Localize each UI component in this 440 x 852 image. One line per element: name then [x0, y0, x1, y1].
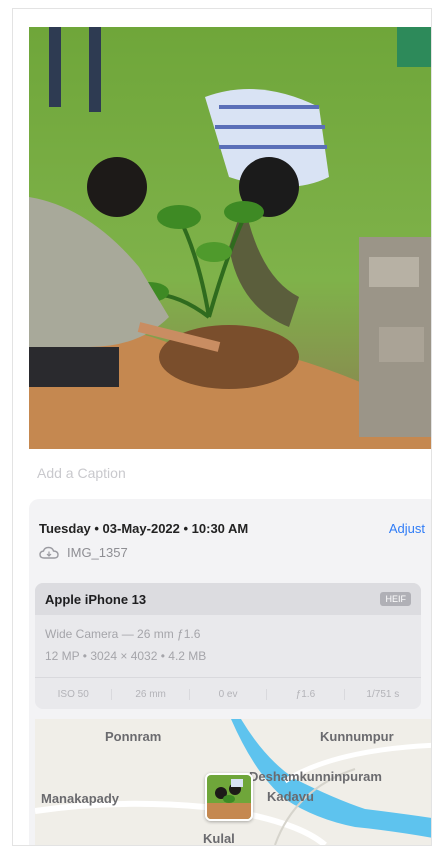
format-badge: HEIF — [380, 592, 411, 606]
map-place-manakapady: Manakapady — [41, 791, 120, 806]
camera-info-card: Apple iPhone 13 HEIF Wide Camera — 26 mm… — [35, 583, 421, 709]
location-map[interactable]: Ponnram Kunnumpur Deshamkunninpuram Kada… — [35, 719, 431, 845]
exif-shutter-speed: 1/751 s — [366, 688, 400, 700]
map-place-ponnram: Ponnram — [105, 729, 162, 744]
exif-aperture: ƒ1.6 — [267, 688, 345, 700]
map-place-kulal: Kulal — [203, 831, 235, 845]
photo[interactable] — [29, 27, 431, 449]
photo-image — [29, 27, 431, 449]
caption-field[interactable]: Add a Caption — [37, 465, 126, 481]
exif-row: ISO 50 26 mm 0 ev ƒ1.6 1/751 s — [35, 677, 421, 709]
exif-iso: ISO 50 — [35, 688, 113, 700]
map-place-deshamkunninpuram: Deshamkunninpuram — [249, 769, 382, 784]
filename-row: IMG_1357 — [39, 545, 128, 560]
date-time-label: Tuesday • 03-May-2022 • 10:30 AM — [39, 521, 249, 536]
exif-exposure-value: 0 ev — [190, 688, 268, 700]
info-panel: Tuesday • 03-May-2022 • 10:30 AM Adjust … — [29, 499, 431, 845]
map-photo-pin[interactable] — [205, 773, 253, 821]
adjust-button[interactable]: Adjust — [389, 521, 425, 536]
map-place-kunnumpur: Kunnumpur — [320, 729, 394, 744]
filename-label: IMG_1357 — [67, 545, 128, 560]
photo-details-panel: Add a Caption Tuesday • 03-May-2022 • 10… — [12, 8, 432, 846]
map-place-kadavu: Kadavu — [267, 789, 314, 804]
map-photo-thumbnail — [207, 775, 251, 819]
lens-info: Wide Camera — 26 mm ƒ1.6 — [45, 627, 201, 641]
cloud-icon — [39, 546, 59, 559]
exif-focal-length: 26 mm — [112, 688, 190, 700]
image-specs: 12 MP • 3024 × 4032 • 4.2 MB — [45, 649, 207, 663]
camera-header: Apple iPhone 13 HEIF — [35, 583, 421, 615]
device-name: Apple iPhone 13 — [45, 591, 147, 607]
